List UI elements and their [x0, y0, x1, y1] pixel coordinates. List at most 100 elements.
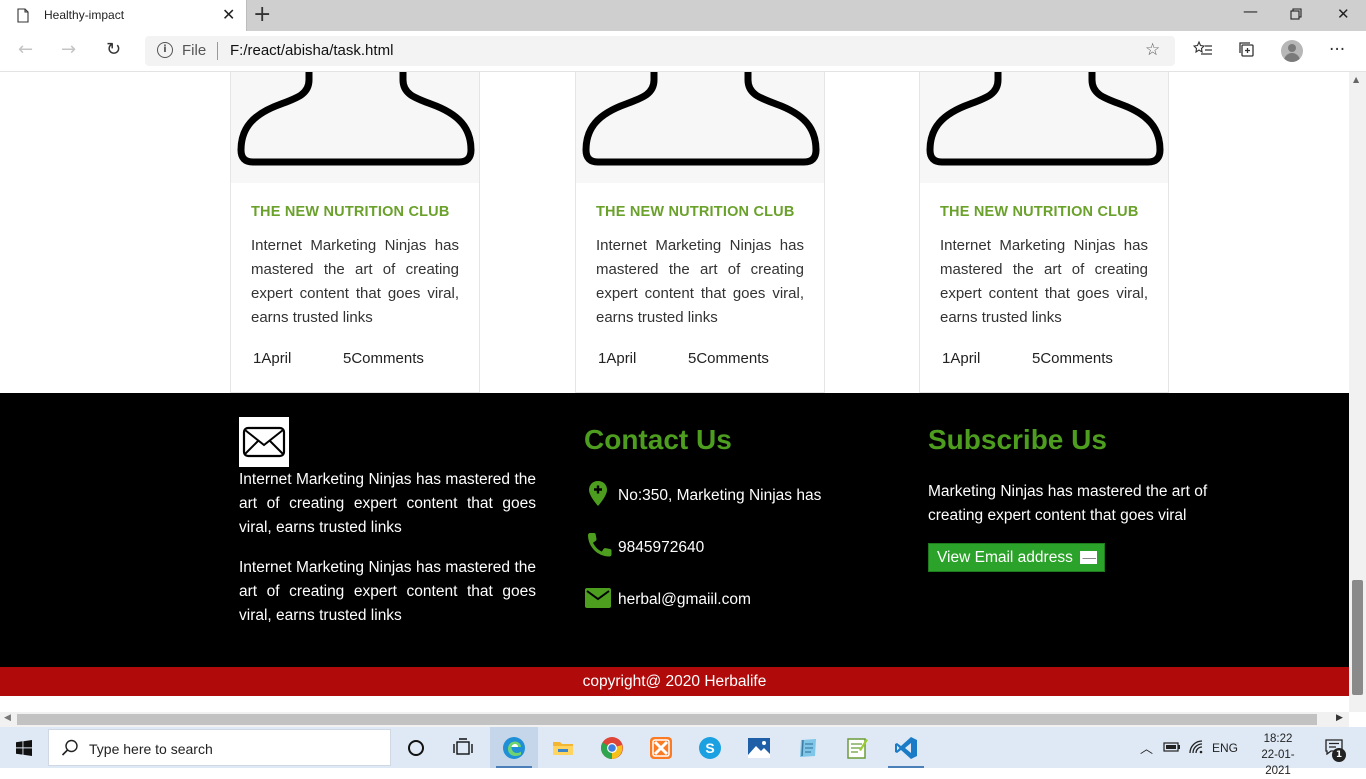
card-excerpt: Internet Marketing Ninjas has mastered t… — [596, 237, 804, 326]
card-title[interactable]: THE NEW NUTRITION CLUB — [251, 204, 450, 220]
scroll-up-arrow-icon[interactable]: ▲ — [1353, 75, 1359, 84]
xampp-icon — [650, 737, 672, 759]
page-viewport: THE NEW NUTRITION CLUB Internet Marketin… — [0, 72, 1349, 712]
vertical-scroll-thumb[interactable] — [1352, 580, 1363, 695]
close-window-button[interactable]: ✕ — [1337, 5, 1350, 23]
phone-icon — [588, 533, 612, 557]
notepad-plus-icon — [847, 738, 868, 759]
taskbar-search-box[interactable]: Type here to search — [48, 729, 391, 766]
card-date: 1April — [598, 350, 637, 367]
footer-about-text: Internet Marketing Ninjas has mastered t… — [239, 559, 536, 624]
card-date: 1April — [942, 350, 981, 367]
favorite-star-icon[interactable]: ☆ — [1145, 40, 1160, 60]
scroll-left-arrow-icon[interactable]: ◀ — [4, 713, 11, 723]
refresh-button[interactable]: ↻ — [106, 40, 121, 60]
taskbar-app-file-explorer[interactable] — [539, 727, 587, 768]
footer-about-text: Internet Marketing Ninjas has mastered t… — [239, 471, 536, 536]
cortana-circle-icon — [408, 740, 424, 756]
taskbar-app-vscode[interactable] — [882, 727, 930, 768]
browser-tab[interactable]: Healthy-impact ✕ — [0, 0, 247, 31]
close-tab-icon[interactable]: ✕ — [222, 7, 235, 23]
tab-title: Healthy-impact — [44, 8, 125, 22]
taskbar-clock[interactable]: 18:22 22-01-2021 — [1250, 731, 1306, 779]
card-excerpt: Internet Marketing Ninjas has mastered t… — [940, 237, 1148, 326]
taskbar-app-chrome[interactable] — [588, 727, 636, 768]
subscribe-heading: Subscribe Us — [928, 424, 1107, 455]
envelope-logo-icon — [239, 417, 289, 467]
svg-text:S: S — [705, 740, 714, 756]
favorites-list-icon[interactable] — [1193, 40, 1213, 58]
folder-icon — [553, 742, 573, 755]
search-icon — [61, 739, 78, 756]
scroll-right-arrow-icon[interactable]: ▶ — [1336, 713, 1343, 723]
page-icon — [17, 8, 29, 23]
skype-icon: S — [699, 737, 721, 759]
blog-card: THE NEW NUTRITION CLUB Internet Marketin… — [919, 72, 1169, 393]
taskbar-app-photos[interactable] — [735, 727, 783, 768]
card-image — [231, 72, 479, 183]
wifi-icon[interactable] — [1188, 739, 1204, 755]
restore-button[interactable] — [1290, 8, 1302, 20]
clock-date: 22-01-2021 — [1261, 749, 1295, 777]
card-image — [920, 72, 1168, 183]
url-separator — [217, 42, 218, 60]
photos-icon — [748, 738, 770, 758]
view-email-button[interactable]: View Email address — [928, 543, 1105, 572]
windows-start-icon[interactable] — [16, 740, 32, 756]
card-comments-link[interactable]: 5Comments — [1032, 350, 1113, 367]
contact-heading: Contact Us — [584, 424, 732, 455]
card-date: 1April — [253, 350, 292, 367]
card-image — [576, 72, 824, 183]
show-hidden-icons-chevron-icon[interactable]: ︿ — [1140, 738, 1153, 757]
card-excerpt: Internet Marketing Ninjas has mastered t… — [251, 237, 459, 326]
card-title[interactable]: THE NEW NUTRITION CLUB — [596, 204, 795, 220]
taskbar-app-notepad-plus[interactable] — [833, 727, 881, 768]
collections-icon[interactable] — [1238, 40, 1256, 58]
location-pin-icon — [589, 481, 607, 506]
url-scheme-label: File — [182, 42, 207, 59]
blog-card: THE NEW NUTRITION CLUB Internet Marketin… — [575, 72, 825, 393]
taskbar-app-xampp[interactable] — [637, 727, 685, 768]
search-placeholder: Type here to search — [89, 741, 213, 757]
address-toolbar: ← → ↻ i File F:/react/abisha/task.html ☆… — [0, 31, 1366, 72]
vscode-icon — [895, 737, 917, 759]
vertical-scrollbar[interactable]: ▲ — [1349, 72, 1366, 712]
minimize-button[interactable]: — — [1243, 2, 1258, 20]
task-view-button[interactable] — [440, 727, 488, 768]
contact-phone-text: 9845972640 — [618, 539, 705, 556]
card-comments-link[interactable]: 5Comments — [343, 350, 424, 367]
url-text[interactable]: F:/react/abisha/task.html — [230, 42, 393, 59]
address-bar[interactable]: i File F:/react/abisha/task.html ☆ — [145, 36, 1175, 66]
task-view-icon — [453, 738, 473, 755]
taskbar-app-notebook[interactable] — [784, 727, 832, 768]
flask-icon — [582, 72, 820, 166]
forward-button[interactable]: → — [61, 40, 76, 60]
battery-icon[interactable] — [1163, 741, 1181, 753]
more-menu-icon[interactable]: ··· — [1329, 40, 1345, 60]
copyright-bar: copyright@ 2020 Herbalife — [0, 667, 1349, 696]
browser-tab-strip: Healthy-impact ✕ + — ✕ — [0, 0, 1366, 31]
back-button[interactable]: ← — [18, 40, 33, 60]
horizontal-scrollbar[interactable]: ◀ ▶ — [0, 712, 1349, 727]
envelope-icon — [1079, 551, 1097, 564]
language-indicator[interactable]: ENG — [1212, 741, 1238, 755]
blog-card: THE NEW NUTRITION CLUB Internet Marketin… — [230, 72, 480, 393]
card-comments-link[interactable]: 5Comments — [688, 350, 769, 367]
clock-time: 18:22 — [1263, 733, 1293, 745]
info-icon[interactable]: i — [157, 42, 173, 58]
horizontal-scroll-thumb[interactable] — [17, 714, 1317, 725]
subscribe-text: Marketing Ninjas has mastered the art of… — [928, 483, 1208, 524]
new-tab-button[interactable]: + — [253, 3, 271, 27]
profile-avatar[interactable] — [1281, 40, 1303, 62]
flask-icon — [237, 72, 475, 166]
site-footer: Internet Marketing Ninjas has mastered t… — [0, 393, 1349, 667]
contact-email-text[interactable]: herbal@gmaiil.com — [618, 591, 751, 609]
taskbar-app-skype[interactable]: S — [686, 727, 734, 768]
card-title[interactable]: THE NEW NUTRITION CLUB — [940, 204, 1139, 220]
taskbar-app-edge[interactable] — [490, 727, 538, 768]
windows-taskbar: Type here to search S ︿ ENG 18:22 22-01-… — [0, 727, 1366, 777]
cortana-button[interactable] — [392, 727, 440, 768]
view-email-button-label: View Email address — [937, 549, 1073, 566]
notification-count-badge: 1 — [1332, 748, 1346, 762]
edge-icon — [503, 737, 525, 759]
